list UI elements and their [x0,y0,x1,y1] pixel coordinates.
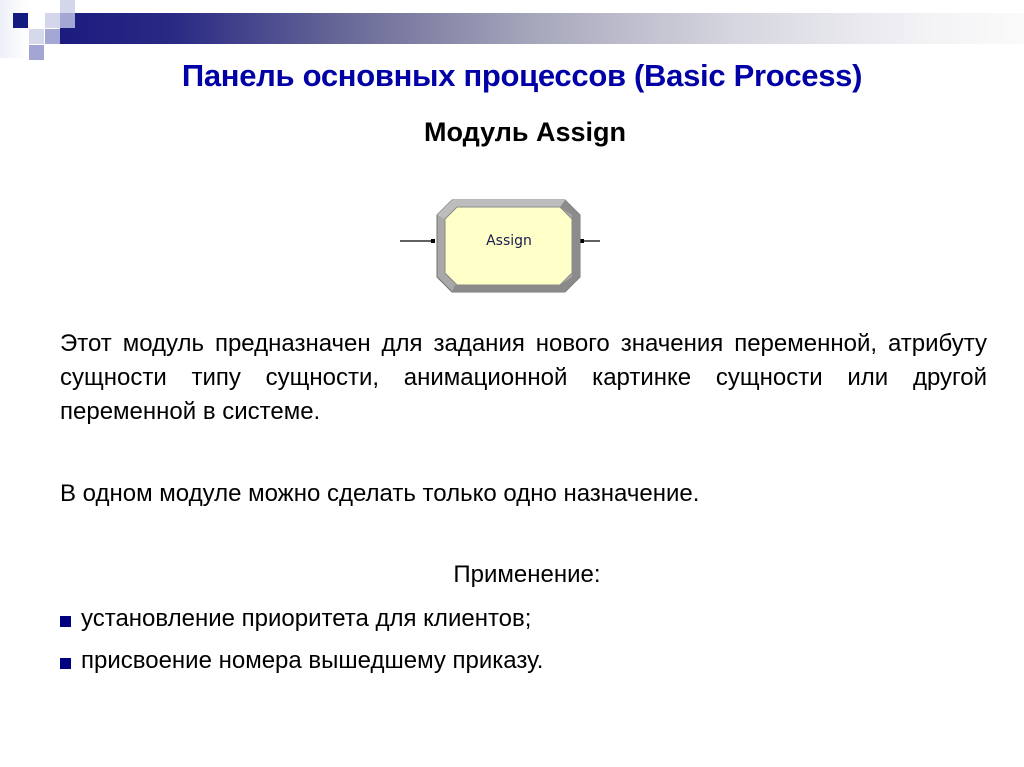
usage-list: установление приоритета для клиентов; пр… [60,598,543,682]
slide-subtitle: Модуль Assign [423,117,627,147]
assign-module-diagram: Assign [400,195,605,295]
list-item-text: присвоение номера вышедшему приказу. [81,647,544,674]
usage-heading: Применение: [453,561,601,588]
square-bullet-icon [60,615,71,627]
decor-square [60,13,75,28]
decor-square [0,0,28,58]
description-paragraph: Этот модуль предназначен для задания нов… [60,330,987,425]
decor-square [45,13,60,28]
list-item-text: установление приоритета для клиентов; [81,605,532,632]
square-bullet-icon [60,657,71,669]
note-paragraph: В одном модуле можно сделать только одно… [60,480,700,507]
decor-square [60,0,75,13]
list-item: присвоение номера вышедшему приказу. [60,640,543,682]
decor-square [29,29,44,44]
header-gradient-bar [60,13,1024,44]
module-label: Assign [486,233,532,249]
decor-square [45,29,60,44]
list-item: установление приоритета для клиентов; [60,598,543,640]
slide-title: Панель основных процессов (Basic Process… [181,58,863,93]
decor-square [13,13,28,28]
